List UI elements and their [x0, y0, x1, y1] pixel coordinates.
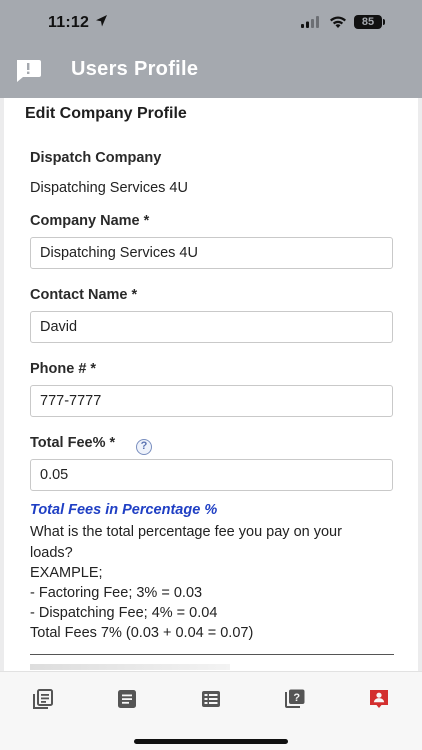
fees-help-line: What is the total percentage fee you pay… [30, 524, 342, 540]
form-title: Edit Company Profile [25, 105, 187, 122]
total-fee-input[interactable] [30, 459, 393, 491]
fees-help-line: Total Fees 7% (0.03 + 0.04 = 0.07) [30, 625, 254, 641]
svg-text:?: ? [293, 692, 300, 704]
dispatch-company-label: Dispatch Company [30, 150, 162, 166]
user-profile-icon[interactable] [369, 689, 389, 709]
battery-tip [383, 19, 385, 25]
wifi-icon [330, 16, 346, 28]
status-bar: 11:12 85 [0, 0, 422, 48]
fees-help-line: - Dispatching Fee; 4% = 0.04 [30, 605, 218, 621]
company-name-input[interactable] [30, 237, 393, 269]
location-arrow-icon [96, 15, 107, 27]
cellular-signal-icon [301, 16, 319, 28]
fees-help-title: Total Fees in Percentage % [30, 502, 218, 518]
fees-help-line: - Factoring Fee; 3% = 0.03 [30, 585, 203, 601]
scrolled-content-hint [30, 664, 230, 670]
status-time: 11:12 [48, 14, 90, 31]
contact-name-input[interactable] [30, 311, 393, 343]
edit-company-profile-card: Edit Company Profile Dispatch Company Di… [4, 98, 418, 671]
fees-help-line: loads? [30, 545, 73, 561]
section-divider [30, 654, 394, 655]
contact-name-label: Contact Name * [30, 287, 138, 303]
help-message-icon[interactable]: ? [285, 689, 305, 709]
help-icon[interactable]: ? [136, 439, 152, 455]
home-indicator [134, 739, 288, 744]
list-document-icon[interactable] [117, 689, 137, 709]
table-list-icon[interactable] [201, 689, 221, 709]
total-fee-label: Total Fee% * [30, 435, 116, 451]
chat-alert-icon[interactable] [14, 58, 42, 84]
documents-icon[interactable] [33, 689, 53, 709]
dispatch-company-value: Dispatching Services 4U [30, 180, 188, 196]
company-name-label: Company Name * [30, 213, 150, 229]
battery-icon: 85 [354, 15, 382, 29]
page-title: Users Profile [71, 58, 199, 80]
app-header: Users Profile [0, 48, 422, 98]
phone-label: Phone # * [30, 361, 97, 377]
fees-help-line: EXAMPLE; [30, 565, 103, 581]
phone-input[interactable] [30, 385, 393, 417]
